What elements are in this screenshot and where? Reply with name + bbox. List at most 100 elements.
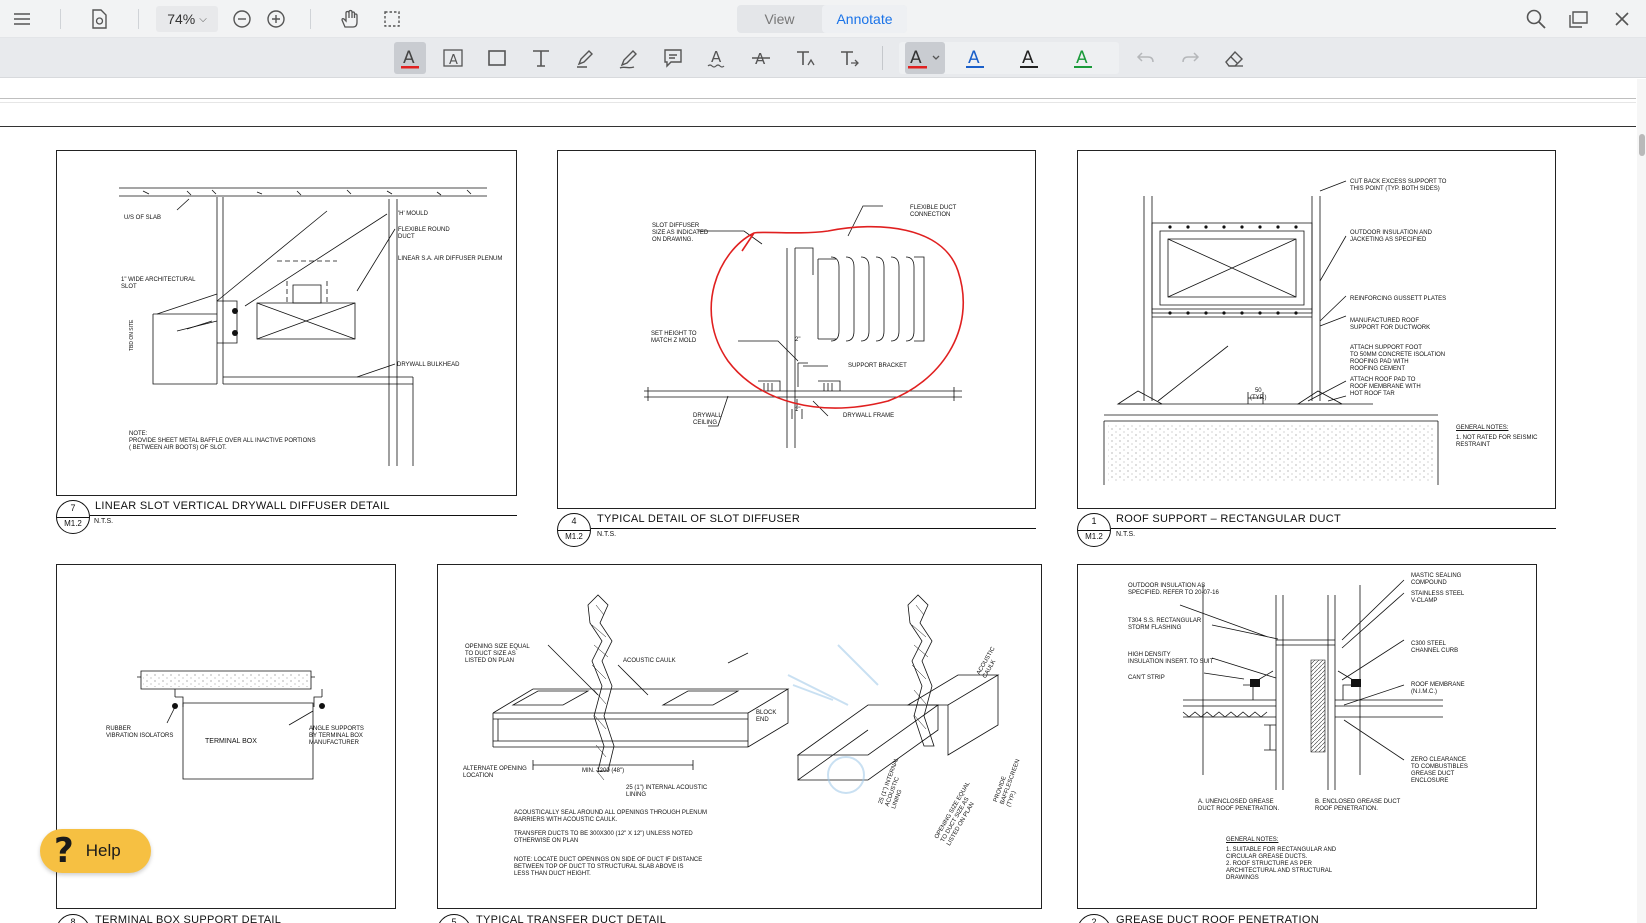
detail-number: 5 — [451, 917, 457, 923]
detail-2-frame: MASTIC SEALING COMPOUND STAINLESS STEEL … — [1077, 564, 1537, 909]
label-tbd-on-site: TBD ON SITE — [129, 319, 135, 351]
detail-2-bubble: 2 — [1077, 914, 1111, 923]
label-dimension: 50 (TYP.) — [1250, 388, 1267, 401]
text-color-black-icon[interactable]: A — [1013, 42, 1045, 74]
highlighter-pen-icon[interactable] — [569, 42, 601, 74]
general-notes: 1. NOT RATED FOR SEISMIC RESTRAINT — [1456, 435, 1538, 448]
toolbar-divider — [310, 9, 311, 29]
svg-text:A: A — [403, 48, 415, 68]
detail-7-title: LINEAR SLOT VERTICAL DRYWALL DIFFUSER DE… — [95, 500, 390, 512]
detail-8-bubble: 8 — [56, 914, 90, 923]
search-icon[interactable] — [1523, 6, 1549, 32]
label-angle-supports: ANGLE SUPPORTS BY TERMINAL BOX MANUFACTU… — [309, 726, 364, 746]
svg-text:A: A — [1022, 48, 1034, 68]
zoom-out-icon[interactable] — [229, 6, 255, 32]
note-locate-openings: NOTE: LOCATE DUCT OPENINGS ON SIDE OF DU… — [514, 857, 703, 877]
rectangle-shape-icon[interactable] — [481, 42, 513, 74]
label-channel-curb: C300 STEEL CHANNEL CURB — [1411, 641, 1459, 654]
svg-text:A: A — [755, 50, 766, 68]
label-block-end: BLOCK END — [756, 710, 777, 723]
detail-4-title: TYPICAL DETAIL OF SLOT DIFFUSER — [597, 513, 801, 525]
help-label: Help — [85, 841, 121, 860]
redo-icon[interactable] — [1174, 42, 1206, 74]
eraser-icon[interactable] — [1218, 42, 1250, 74]
detail-1-scale: N.T.S. — [1116, 531, 1136, 538]
close-icon[interactable] — [1609, 6, 1635, 32]
scrollbar-thumb[interactable] — [1639, 134, 1645, 156]
detail-4-bubble: 4 M1.2 — [557, 513, 591, 547]
label-cut-back: CUT BACK EXCESS SUPPORT TO THIS POINT (T… — [1350, 179, 1447, 192]
label-flex-connection: FLEXIBLE DUCT CONNECTION — [910, 205, 957, 218]
label-unenclosed: A. UNENCLOSED GREASE DUCT ROOF PENETRATI… — [1198, 799, 1280, 812]
page-break-line — [0, 98, 1636, 99]
label-two-inch: 2" — [795, 337, 801, 343]
pan-hand-icon[interactable] — [336, 6, 362, 32]
vertical-scrollbar[interactable] — [1637, 79, 1646, 923]
label-roof-membrane: ROOF MEMBRANE (N.I.M.C.) — [1411, 682, 1465, 695]
replace-text-icon[interactable] — [833, 42, 865, 74]
general-notes: 1. SUITABLE FOR RECTANGULAR AND CIRCULAR… — [1226, 847, 1337, 881]
zoom-value: 74% — [167, 11, 196, 27]
sheet-reference: M1.2 — [565, 532, 583, 541]
note-transfer-ducts: TRANSFER DUCTS TO BE 300x300 (12" x 12")… — [514, 831, 693, 844]
detail-number: 2 — [1091, 917, 1097, 923]
document-settings-icon[interactable] — [86, 6, 112, 32]
label-mastic: MASTIC SEALING COMPOUND — [1411, 573, 1462, 586]
general-notes-heading: GENERAL NOTES: — [1226, 837, 1279, 843]
svg-text:A: A — [910, 48, 922, 68]
svg-text:A: A — [1076, 48, 1088, 68]
insert-text-icon[interactable] — [789, 42, 821, 74]
freehand-pen-icon[interactable] — [613, 42, 645, 74]
top-toolbar: 74% ⌵ View Annotate — [0, 0, 1646, 38]
menu-icon[interactable] — [9, 6, 35, 32]
comments-panel-icon[interactable] — [1566, 6, 1592, 32]
text-box-highlight-icon[interactable]: A — [437, 42, 469, 74]
label-acoustic-caulk: ACOUSTIC CAULK — [623, 658, 676, 664]
marquee-select-icon[interactable] — [379, 6, 405, 32]
strikethrough-icon[interactable]: A — [745, 42, 777, 74]
label-storm-flashing: T304 S.S. RECTANGULAR STORM FLASHING — [1128, 618, 1202, 631]
label-alt-opening: ALTERNATE OPENING LOCATION — [463, 766, 527, 779]
question-icon: ? — [54, 831, 74, 871]
label-zero-clearance: ZERO CLEARANCE TO COMBUSTIBLES GREASE DU… — [1411, 757, 1468, 784]
label-one-inch: 1" — [795, 407, 801, 413]
zoom-dropdown[interactable]: 74% ⌵ — [156, 6, 218, 32]
label-arch-slot: 1" WIDE ARCHITECTURAL SLOT — [121, 277, 196, 290]
label-cant-strip: CAN'T STRIP — [1128, 675, 1165, 681]
zoom-in-icon[interactable] — [263, 6, 289, 32]
squiggly-underline-icon[interactable]: A — [701, 42, 733, 74]
free-text-icon[interactable] — [525, 42, 557, 74]
note-baffle: NOTE: PROVIDE SHEET METAL BAFFLE OVER AL… — [129, 431, 316, 451]
title-underline — [1111, 528, 1556, 529]
tab-annotate[interactable]: Annotate — [822, 5, 907, 33]
label-drywall-frame: DRYWALL FRAME — [843, 413, 895, 419]
chevron-down-icon: ⌵ — [199, 13, 207, 25]
detail-7-bubble: 7 M1.2 — [56, 500, 90, 534]
detail-1-drawing — [1078, 151, 1557, 510]
tab-view[interactable]: View — [737, 5, 822, 33]
svg-text:A: A — [968, 48, 980, 68]
label-vclamp: STAINLESS STEEL V-CLAMP — [1411, 591, 1465, 604]
text-highlight-tool-icon[interactable]: A — [394, 42, 426, 74]
detail-2-title: GREASE DUCT ROOF PENETRATION — [1116, 914, 1319, 923]
text-color-blue-icon[interactable]: A — [959, 42, 991, 74]
undo-icon[interactable] — [1130, 42, 1162, 74]
text-color-green-icon[interactable]: A — [1067, 42, 1099, 74]
sheet-reference: M1.2 — [1085, 532, 1103, 541]
label-attach-pad: ATTACH ROOF PAD TO ROOF MEMBRANE WITH HO… — [1350, 377, 1421, 397]
label-enclosed: B. ENCLOSED GREASE DUCT ROOF PENETRATION… — [1315, 799, 1401, 812]
help-button[interactable]: ? Help — [40, 829, 151, 873]
title-underline — [591, 528, 1036, 529]
detail-5-title: TYPICAL TRANSFER DUCT DETAIL — [476, 914, 667, 923]
detail-8-title: TERMINAL BOX SUPPORT DETAIL — [95, 914, 282, 923]
text-color-dropdown[interactable]: A — [905, 42, 945, 74]
label-manufactured-support: MANUFACTURED ROOF SUPPORT FOR DUCTWORK — [1350, 318, 1431, 331]
label-h-mould: 'H' MOULD — [398, 211, 428, 217]
mode-switch: View Annotate — [737, 5, 907, 33]
comment-note-icon[interactable] — [657, 42, 689, 74]
note-acoustic-seal: ACOUSTICALLY SEAL AROUND ALL OPENINGS TH… — [514, 810, 707, 823]
detail-number: 8 — [70, 917, 76, 923]
toolbar-divider — [882, 46, 883, 70]
detail-7-scale: N.T.S. — [94, 518, 114, 525]
document-viewport[interactable]: U/S OF SLAB 'H' MOULD FLEXIBLE ROUND DUC… — [0, 79, 1646, 923]
